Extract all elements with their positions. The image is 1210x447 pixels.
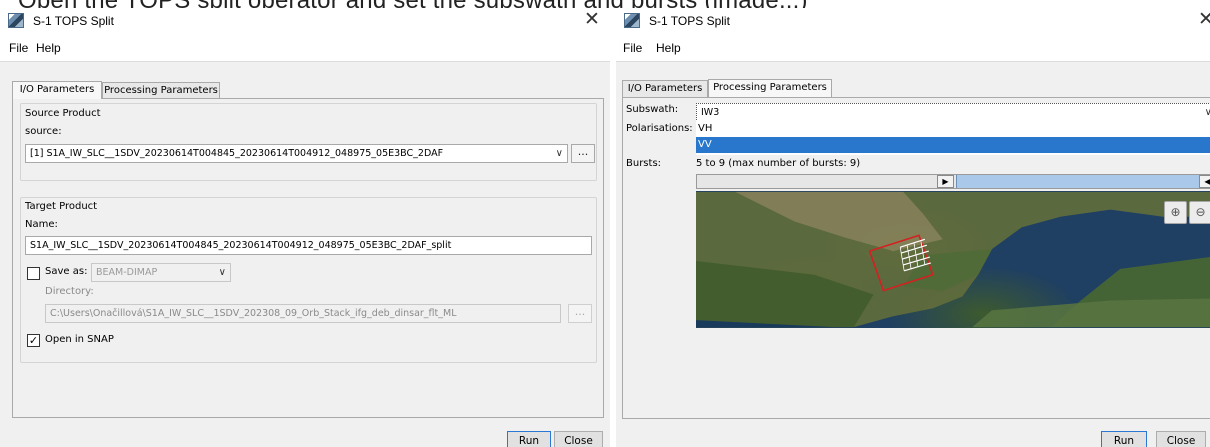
polarisations-list[interactable]: VH VV xyxy=(696,121,1210,155)
source-product-value: [1] S1A_IW_SLC__1SDV_20230614T004845_202… xyxy=(30,148,444,159)
save-as-label: Save as: xyxy=(45,266,88,277)
directory-field[interactable]: C:\Users\Onačillová\S1A_IW_SLC__1SDV_202… xyxy=(45,304,561,323)
target-product-group: Target Product Name: S1A_IW_SLC__1SDV_20… xyxy=(20,197,597,363)
tops-split-window-processing: S-1 TOPS Split ✕ File Help I/O Parameter… xyxy=(616,8,1210,447)
save-format-select[interactable]: BEAM-DIMAP ∨ xyxy=(91,263,231,282)
tops-split-window-io: S-1 TOPS Split ✕ File Help I/O Parameter… xyxy=(0,8,610,447)
target-product-title: Target Product xyxy=(25,201,98,212)
save-as-checkbox[interactable] xyxy=(27,267,40,280)
subswath-value: IW3 xyxy=(701,107,720,118)
close-icon[interactable]: ✕ xyxy=(1194,9,1210,31)
name-label: Name: xyxy=(25,219,58,230)
list-item[interactable]: VV xyxy=(696,137,1210,153)
tab-processing-parameters[interactable]: Processing Parameters xyxy=(102,82,220,99)
run-button[interactable]: Run xyxy=(507,431,551,447)
tab-io-parameters[interactable]: I/O Parameters xyxy=(622,80,708,97)
chevron-down-icon: ∨ xyxy=(555,148,563,159)
directory-browse-button[interactable]: ... xyxy=(568,304,592,323)
processing-tab-panel: Subswath: IW3 ∨ Polarisations: VH VV Bur… xyxy=(622,97,1210,419)
source-product-select[interactable]: [1] S1A_IW_SLC__1SDV_20230614T004845_202… xyxy=(25,144,568,163)
menu-help[interactable]: Help xyxy=(656,41,681,55)
title-bar[interactable]: S-1 TOPS Split ✕ xyxy=(0,8,610,34)
tab-processing-parameters[interactable]: Processing Parameters xyxy=(708,79,832,97)
close-icon[interactable]: ✕ xyxy=(580,9,604,31)
snap-app-icon xyxy=(8,13,24,28)
directory-label: Directory: xyxy=(45,286,94,297)
menu-help[interactable]: Help xyxy=(36,41,61,55)
menu-bar: File Help xyxy=(0,34,610,62)
burst-map-preview[interactable]: ⊕ ⊖ xyxy=(696,191,1210,328)
menu-file[interactable]: File xyxy=(9,41,28,55)
close-button[interactable]: Close xyxy=(1156,431,1206,447)
snap-app-icon xyxy=(624,13,640,28)
close-button[interactable]: Close xyxy=(554,431,603,447)
burst-range-fill xyxy=(956,175,1200,188)
source-label: source: xyxy=(25,126,62,137)
list-item[interactable]: VH xyxy=(696,121,1210,137)
window-title: S-1 TOPS Split xyxy=(33,14,114,28)
subswath-label: Subswath: xyxy=(626,104,679,115)
title-bar[interactable]: S-1 TOPS Split ✕ xyxy=(616,8,1210,34)
polarisations-label: Polarisations: xyxy=(626,123,693,134)
source-product-title: Source Product xyxy=(25,108,101,119)
zoom-out-icon[interactable]: ⊖ xyxy=(1189,201,1210,224)
chevron-down-icon: ∨ xyxy=(218,267,226,278)
target-name-field[interactable]: S1A_IW_SLC__1SDV_20230614T004845_2023061… xyxy=(25,236,592,255)
run-button[interactable]: Run xyxy=(1101,431,1147,447)
save-format-value: BEAM-DIMAP xyxy=(96,267,158,278)
bursts-label: Bursts: xyxy=(626,158,662,169)
bursts-range-text: 5 to 9 (max number of bursts: 9) xyxy=(696,158,861,169)
source-product-group: Source Product source: [1] S1A_IW_SLC__1… xyxy=(20,103,597,181)
tab-io-parameters[interactable]: I/O Parameters xyxy=(12,81,102,99)
zoom-in-icon[interactable]: ⊕ xyxy=(1164,201,1187,224)
chevron-down-icon: ∨ xyxy=(1205,104,1210,121)
burst-range-slider[interactable]: ▶ ◀ xyxy=(696,174,1210,189)
satellite-map xyxy=(696,191,1210,328)
window-title: S-1 TOPS Split xyxy=(649,14,730,28)
open-in-snap-label: Open in SNAP xyxy=(45,334,114,345)
menu-bar: File Help xyxy=(616,34,1210,62)
subswath-select[interactable]: IW3 ∨ xyxy=(696,103,1210,122)
range-start-handle[interactable]: ▶ xyxy=(937,175,954,188)
slider-track xyxy=(697,175,956,188)
io-tab-panel: Source Product source: [1] S1A_IW_SLC__1… xyxy=(12,98,604,418)
source-browse-button[interactable]: ... xyxy=(571,144,595,163)
range-end-handle[interactable]: ◀ xyxy=(1199,175,1210,188)
menu-file[interactable]: File xyxy=(623,41,642,55)
open-in-snap-checkbox[interactable]: ✓ xyxy=(27,334,40,347)
